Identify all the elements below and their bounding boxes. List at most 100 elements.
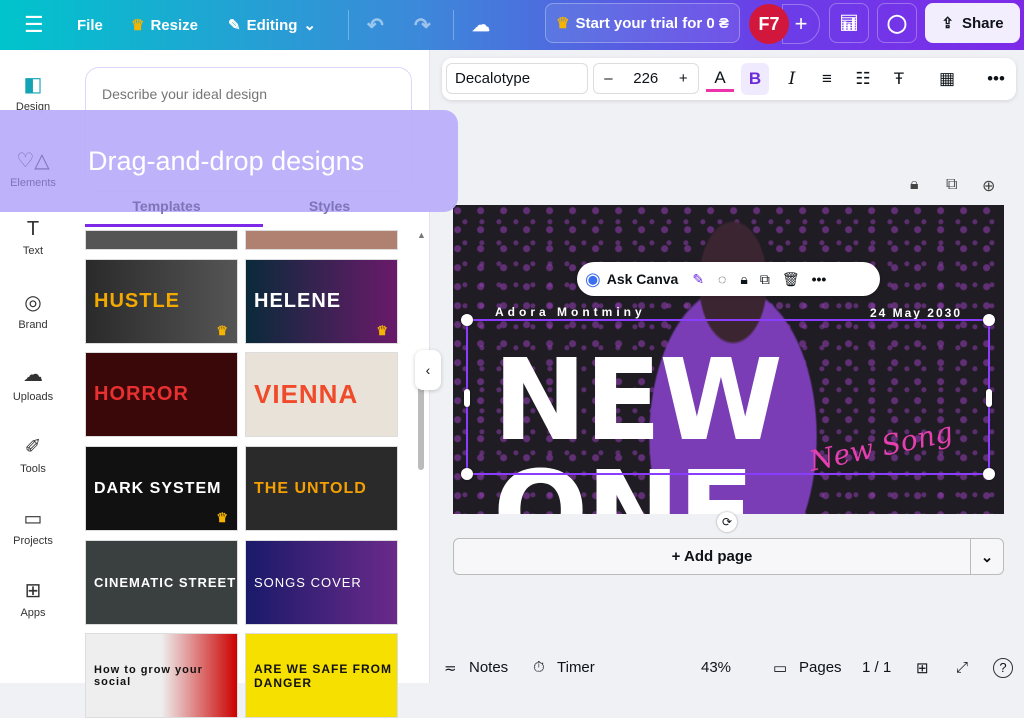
start-trial-button[interactable]: ♛ Start your trial for 0 ₴ [545,3,740,43]
resize-handle[interactable] [461,314,473,326]
chevron-left-icon: ‹ [425,362,431,378]
notes-icon[interactable]: ≂ [444,659,457,677]
template-title: DARK SYSTEM [94,479,222,497]
rotate-icon[interactable]: ⟳ [717,512,737,532]
cloud-saved-icon[interactable]: ☁ [472,0,490,50]
duplicate-icon[interactable]: ⧉ [760,271,770,288]
undo-icon[interactable]: ↶ [367,0,384,50]
hamburger-icon[interactable]: ☰ [24,0,44,50]
comment-icon[interactable]: ◯ [877,3,917,43]
zoom-level[interactable]: 43% [701,659,731,676]
increase-size-button[interactable]: + [679,70,688,87]
design-icon: ◧ [23,74,43,96]
template-title: ARE WE SAFE FROM DANGER [254,661,392,690]
tab-styles[interactable]: Styles [248,198,411,214]
rail-brand[interactable]: ◎ Brand [0,290,66,331]
chevron-down-icon[interactable]: ⌄ [970,539,1003,574]
add-page-icon[interactable]: ⊕ [982,176,995,196]
release-date[interactable]: 24 May 2030 [870,306,962,320]
template-thumb[interactable]: CINEMATIC STREET [85,540,238,625]
chevron-down-icon: ⌄ [303,17,316,34]
artist-name[interactable]: Adora Montminy [495,305,646,319]
rail-label: Tools [20,463,46,475]
resize-handle[interactable] [983,314,995,326]
element-toolbar: ◉ Ask Canva ✎ ◌ 🔒︎ ⧉ 🗑︎ ••• [577,262,880,296]
notes-button[interactable]: Notes [469,659,508,676]
fullscreen-icon[interactable]: ⤢ [956,659,968,676]
rail-apps[interactable]: ⊞ Apps [0,578,66,619]
more-icon[interactable]: ••• [812,271,827,287]
template-thumb[interactable]: HELENE ♛ [245,259,398,344]
template-thumb[interactable]: SONGS COVER [245,540,398,625]
editing-dropdown[interactable]: ✎ Editing ⌄ [228,0,316,50]
template-thumb[interactable]: ARE WE SAFE FROM DANGER [245,633,398,718]
scrollbar-thumb[interactable] [418,380,424,470]
share-button[interactable]: ⇪ Share [925,3,1020,43]
active-tab-indicator [85,224,263,227]
avatar[interactable]: F7 [749,4,789,44]
resize-handle[interactable] [986,389,992,407]
pages-button[interactable]: Pages [799,659,842,676]
scrollbar[interactable]: ▲ [417,230,426,680]
timer-icon[interactable]: ⏱︎ [533,659,545,676]
comment-add-icon[interactable]: ◌ [718,271,726,287]
prompt-input[interactable] [102,86,392,102]
upload-icon: ⇪ [941,15,954,32]
template-thumb[interactable]: HORROR [85,352,238,437]
rail-label: Elements [10,177,56,189]
template-thumb[interactable] [245,230,398,250]
font-selector[interactable]: Decalotype [446,63,588,94]
share-label: Share [961,14,1004,32]
more-icon[interactable]: ••• [982,66,1010,92]
transparency-icon[interactable]: ▦ [933,66,961,92]
bold-button[interactable]: B [741,63,769,95]
font-size-input[interactable]: 226 [633,70,658,87]
timer-button[interactable]: Timer [557,659,595,676]
rail-text[interactable]: T Text [0,218,66,257]
rail-uploads[interactable]: ☁ Uploads [0,362,66,403]
page-count: 1 / 1 [862,659,892,676]
file-menu[interactable]: File [77,0,103,50]
tools-icon: ✐ [24,436,42,458]
magic-wand-icon[interactable]: ✎ [692,271,704,288]
resize-handle[interactable] [464,389,470,407]
template-thumb[interactable]: DARK SYSTEM ♛ [85,446,238,531]
folder-icon: ▭ [23,508,43,530]
collapse-panel-button[interactable]: ‹ [415,350,441,390]
resize-button[interactable]: ♛ Resize [131,0,198,50]
lock-icon[interactable]: 🔒︎ [910,176,919,194]
delete-icon[interactable]: 🗑︎ [782,271,800,288]
top-bar: ☰ File ♛ Resize ✎ Editing ⌄ ↶ ↷ ☁ ♛ Start yo… [0,0,1024,50]
ask-canva-button[interactable]: Ask Canva [607,271,679,287]
rail-tools[interactable]: ✐ Tools [0,434,66,475]
template-thumb[interactable]: HUSTLE ♛ [85,259,238,344]
italic-button[interactable]: I [778,66,806,92]
template-thumb[interactable]: How to grow your social [85,633,238,718]
duplicate-page-icon[interactable]: ⧉ [946,176,957,194]
pages-icon[interactable]: ▭ [773,659,787,677]
rail-projects[interactable]: ▭ Projects [0,506,66,547]
text-color-icon[interactable]: A [706,66,734,92]
tab-templates[interactable]: Templates [85,198,248,214]
spacing-icon[interactable]: Ŧ [885,66,913,92]
resize-handle[interactable] [461,468,473,480]
redo-icon[interactable]: ↷ [414,0,431,50]
add-page-button[interactable]: + Add page ⌄ [453,538,1004,575]
resize-handle[interactable] [983,468,995,480]
help-icon[interactable]: ? [993,658,1013,678]
analytics-icon[interactable]: 📊︎ [829,3,869,43]
template-title: THE UNTOLD [254,479,367,497]
grid-view-icon[interactable]: ⊞ [916,659,929,677]
rail-elements[interactable]: ♡△ Elements [0,148,66,189]
rail-design[interactable]: ◧ Design [0,72,66,113]
decrease-size-button[interactable]: – [604,70,612,87]
scroll-up-icon[interactable]: ▲ [417,230,426,240]
list-icon[interactable]: ☷ [849,66,877,92]
template-thumb[interactable]: VIENNA [245,352,398,437]
template-thumb[interactable]: THE UNTOLD [245,446,398,531]
selection-box[interactable] [461,314,995,480]
template-thumb[interactable] [85,230,238,250]
align-center-icon[interactable]: ≡ [813,66,841,92]
lock-icon[interactable]: 🔒︎ [740,271,747,288]
crown-icon: ♛ [131,17,145,34]
